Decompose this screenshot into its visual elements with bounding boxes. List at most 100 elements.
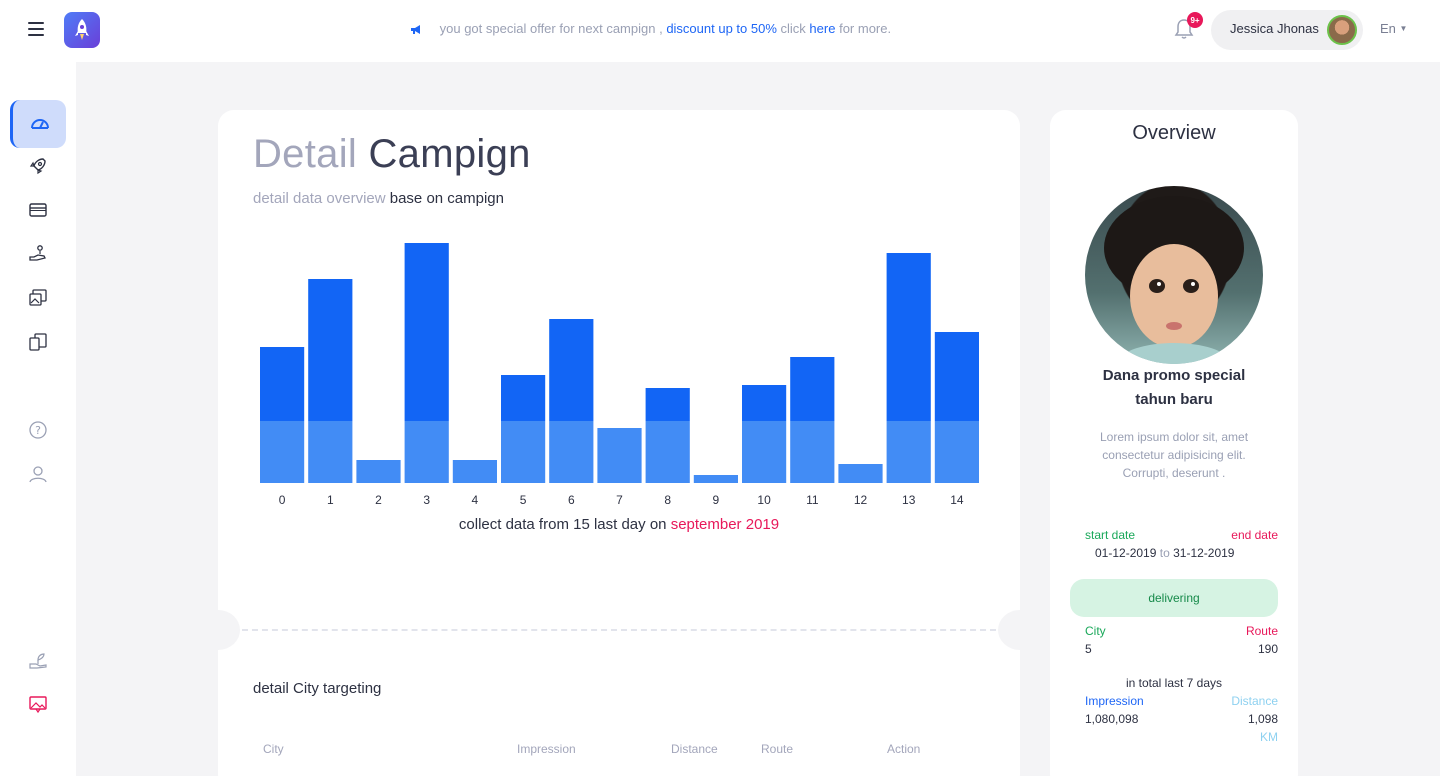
chart-bar-10-series-1 (742, 385, 787, 421)
caption-text: collect data from 15 last day on (458, 516, 667, 533)
campaign-name: Dana promo special tahun baru (1050, 364, 1298, 412)
menu-icon[interactable] (28, 22, 44, 36)
hand-coin-icon (29, 245, 46, 261)
chart-bar-7-series-0 (597, 428, 642, 483)
x-tick-label: 1 (327, 493, 334, 507)
caption-highlight: september 2019 (670, 516, 780, 533)
chart-bar-2-series-0 (356, 460, 401, 483)
column-header-route: Route (761, 742, 794, 756)
campaign-description: Lorem ipsum dolor sit, amet consectetur … (1099, 430, 1249, 480)
distance-unit: KM (1260, 730, 1278, 744)
x-tick-label: 6 (568, 493, 575, 507)
promo-suffix-text: for more. (839, 21, 892, 36)
sidebar-item-help[interactable]: ? (10, 408, 66, 452)
status-badge: delivering (1070, 579, 1278, 617)
caret-down-icon: ▼ (1399, 24, 1408, 33)
x-tick-label: 2 (375, 493, 382, 507)
chart-bar-8-series-1 (645, 388, 690, 421)
distance-label: Distance (1231, 694, 1278, 708)
sidebar-item-device[interactable] (10, 320, 66, 364)
image-message-icon (29, 696, 47, 714)
page-title: Detail Campign (253, 132, 531, 177)
sidebar-item-growth[interactable] (10, 638, 66, 682)
chart-bar-8-series-0 (645, 421, 690, 483)
promo-click-text: click (780, 21, 806, 36)
date-range-to: to (1159, 546, 1170, 560)
campaign-photo (1085, 186, 1263, 364)
start-date-value: 01-12-2019 (1095, 546, 1157, 560)
chart-caption: collect data from 15 last day on septemb… (218, 516, 1020, 533)
chart-bar-11-series-1 (790, 357, 835, 421)
chart-bar-10-series-0 (742, 421, 787, 483)
sidebar-item-feedback[interactable] (10, 682, 66, 726)
x-tick-label: 9 (713, 493, 720, 507)
route-label: Route (1245, 624, 1278, 638)
megaphone-icon (411, 25, 420, 34)
user-menu[interactable]: Jessica Jhonas (1211, 10, 1363, 50)
gallery-icon (29, 289, 47, 306)
rocket-icon (29, 158, 46, 175)
tablet-icon (29, 333, 47, 351)
chart-bar-1-series-0 (308, 421, 353, 483)
chart-bar-13-series-0 (886, 421, 931, 483)
column-header-city: City (263, 742, 284, 756)
chart-bar-6-series-1 (549, 319, 594, 421)
chart-bar-5-series-1 (501, 375, 546, 421)
promo-discount-link[interactable]: discount up to 50% (666, 21, 777, 36)
page-title-dark: Campign (368, 132, 531, 176)
avatar (1327, 15, 1357, 45)
sidebar-item-campaign[interactable] (10, 144, 66, 188)
card-notch-left (196, 610, 240, 650)
x-tick-label: 5 (520, 493, 527, 507)
chart-bar-3-series-0 (404, 421, 449, 483)
x-tick-label: 0 (279, 493, 286, 507)
language-label: En (1380, 21, 1396, 36)
impression-value: 1,080,098 (1085, 712, 1139, 726)
x-tick-label: 8 (664, 493, 671, 507)
page-subtitle: detail data overview base on campign (253, 190, 504, 207)
subtitle-dark: base on campign (389, 190, 504, 207)
sidebar-item-payment[interactable] (10, 232, 66, 276)
chart-bar-14-series-1 (934, 332, 979, 421)
chart-bar-12-series-0 (838, 464, 883, 483)
x-tick-label: 4 (472, 493, 479, 507)
subtitle-light: detail data overview (253, 190, 386, 207)
top-bar: you got special offer for next campign ,… (0, 0, 1440, 62)
promo-here-link[interactable]: here (809, 21, 835, 36)
distance-value: 1,098 (1247, 712, 1278, 726)
city-value: 5 (1085, 642, 1092, 656)
x-tick-label: 10 (757, 493, 771, 507)
help-icon: ? (29, 421, 47, 439)
sidebar-item-billing[interactable] (10, 188, 66, 232)
chart-bar-13-series-1 (886, 253, 931, 421)
chart-bar-14-series-0 (934, 421, 979, 483)
chart-bar-0-series-1 (260, 347, 305, 421)
plant-icon (29, 653, 47, 669)
column-header-impression: Impression (517, 742, 576, 756)
chart-bar-5-series-0 (501, 421, 546, 483)
language-selector[interactable]: En ▼ (1380, 21, 1407, 36)
campaign-name-line1: Dana promo special (1102, 367, 1246, 384)
x-tick-label: 11 (806, 493, 819, 507)
chart-bar-1-series-1 (308, 279, 353, 421)
dashboard-icon (30, 119, 49, 129)
overview-card: Overview Dana promo special tahun baru L… (1050, 110, 1298, 776)
rocket-logo-icon (75, 19, 89, 40)
sidebar-item-media[interactable] (10, 276, 66, 320)
chart-bar-11-series-0 (790, 421, 835, 483)
campaign-detail-card: Detail Campign detail data overview base… (196, 110, 1042, 776)
page-title-light: Detail (253, 132, 358, 176)
impression-label: Impression (1085, 694, 1144, 708)
campaign-name-line2: tahun baru (1135, 391, 1213, 408)
x-tick-label: 13 (902, 493, 916, 507)
start-date-label: start date (1085, 528, 1136, 542)
chart-bar-3-series-1 (404, 243, 449, 421)
sidebar-item-profile[interactable] (10, 452, 66, 496)
column-header-action: Action (887, 742, 921, 756)
app-logo[interactable] (64, 12, 100, 48)
svg-text:?: ? (35, 424, 41, 437)
sidebar-item-dashboard[interactable] (10, 100, 66, 148)
chart-bar-0-series-0 (260, 421, 305, 483)
end-date-label: end date (1231, 528, 1278, 542)
promo-banner: you got special offer for next campign ,… (410, 21, 891, 36)
